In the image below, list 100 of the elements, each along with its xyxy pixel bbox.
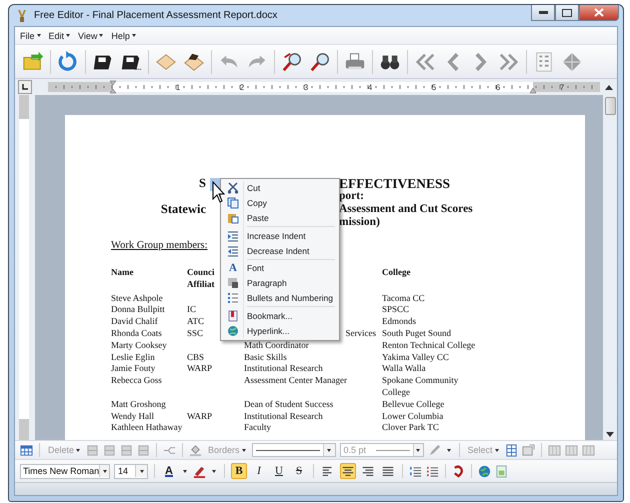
- bookmark-icon: [227, 310, 239, 322]
- align-center-icon: [341, 465, 355, 477]
- table-cell: WARP: [187, 410, 212, 421]
- table-cell: Steve Ashpole: [111, 292, 163, 303]
- context-menu-item[interactable]: Increase Indent: [223, 228, 337, 244]
- context-menu-item[interactable]: Bullets and Numbering: [223, 290, 337, 306]
- table-cell: Dean of Student Success: [244, 398, 334, 409]
- table-grid-icon[interactable]: [504, 444, 518, 456]
- bullet-list-icon[interactable]: [426, 464, 439, 478]
- table-cell: Services: [346, 328, 376, 338]
- numbered-list-icon[interactable]: [409, 464, 422, 478]
- window-title: Free Editor - Final Placement Assessment Report.docx: [34, 10, 278, 21]
- context-menu-item[interactable]: Decrease Indent: [223, 243, 337, 258]
- menu-item[interactable]: Edit: [46, 30, 74, 42]
- align-right-icon: [361, 465, 375, 477]
- open-folder-icon[interactable]: [22, 50, 44, 72]
- heading-text: mission): [339, 216, 380, 228]
- menu-item[interactable]: View: [75, 30, 106, 42]
- column-header: Counci Affiliat: [187, 267, 215, 289]
- context-menu-item[interactable]: Paste: [223, 210, 337, 226]
- pen-icon[interactable]: [428, 444, 441, 456]
- menu-item[interactable]: File: [17, 30, 44, 42]
- table-properties-icon[interactable]: [522, 444, 535, 456]
- table-cell: Renton Technical College: [382, 340, 476, 350]
- context-menu-item[interactable]: Cut: [223, 181, 337, 196]
- refresh-icon[interactable]: [57, 50, 79, 72]
- context-menu-item[interactable]: Paragraph: [223, 276, 337, 291]
- table-cell: Leslie Eglin: [111, 352, 155, 362]
- globe-icon[interactable]: [478, 464, 491, 478]
- table-cell: Basic Skills: [244, 352, 287, 362]
- font-size-dropdown[interactable]: 14: [114, 464, 148, 478]
- table-cell: Marty Cooksey: [111, 340, 167, 350]
- table-cell: Matt Groshong: [111, 398, 166, 409]
- table-cell: Assessment Center Manager: [244, 375, 347, 386]
- text-style-button[interactable]: I: [251, 463, 267, 479]
- text-style-button[interactable]: B: [231, 463, 247, 479]
- indent-increase-icon: [227, 230, 239, 242]
- table-icon[interactable]: [20, 444, 33, 456]
- context-menu-item[interactable]: Copy: [223, 196, 337, 211]
- table-cell: CBS: [187, 352, 204, 362]
- highlighter-icon[interactable]: [193, 464, 206, 478]
- table-cell: Faculty: [244, 422, 271, 432]
- line-style-dropdown[interactable]: [252, 443, 336, 457]
- cell-icon[interactable]: [548, 444, 561, 456]
- maximize-button[interactable]: [555, 5, 579, 21]
- indent-decrease-icon: [227, 244, 239, 257]
- table-cell: IC: [187, 304, 196, 314]
- magnifier-icon[interactable]: [281, 50, 303, 72]
- column-header: Name: [111, 267, 134, 277]
- context-menu-item[interactable]: Bookmark...: [223, 308, 337, 324]
- table-cell: Wendy Hall: [111, 410, 154, 421]
- paragraph-icon: [227, 277, 239, 290]
- table-cell: Donna Bullpitt: [111, 304, 165, 314]
- image-icon[interactable]: [495, 464, 508, 478]
- table-cell: Institutional Research: [244, 410, 323, 421]
- text-style-button[interactable]: S: [291, 463, 307, 479]
- magnifier-icon[interactable]: [309, 50, 331, 72]
- table-cell: David Chalif: [111, 316, 158, 326]
- tab-stop-icon[interactable]: [18, 80, 32, 94]
- scrollbar-thumb[interactable]: [604, 97, 616, 115]
- cell-icon[interactable]: [564, 444, 578, 456]
- vertical-scrollbar[interactable]: [603, 95, 617, 440]
- font-family-dropdown[interactable]: Times New Roman: [20, 464, 110, 478]
- grid-icon[interactable]: [533, 50, 555, 72]
- cell-icon[interactable]: [582, 444, 595, 456]
- table-cell: Clover Park TC: [382, 422, 439, 432]
- font-icon: A: [229, 262, 237, 274]
- context-menu-item[interactable]: Hyperlink...: [223, 323, 337, 338]
- align-button[interactable]: [340, 463, 356, 479]
- table-cell: Bellevue College: [382, 398, 444, 409]
- table-cell: Walla Walla: [382, 363, 426, 374]
- copy-icon: [227, 197, 239, 210]
- diamond-icon[interactable]: [561, 50, 583, 72]
- bullet-list-icon: [227, 292, 239, 304]
- align-justify-icon: [381, 465, 395, 477]
- minimize-icon: [538, 10, 548, 14]
- scissors-icon: [227, 182, 239, 194]
- printer-icon[interactable]: [344, 50, 366, 72]
- table-cell: Jamie Fouty: [111, 363, 156, 374]
- table-cell: Math Coordinator: [244, 340, 309, 350]
- table-edit-icon[interactable]: [137, 444, 150, 456]
- context-menu-item[interactable]: A Font: [223, 260, 337, 276]
- text-style-button[interactable]: U: [271, 463, 287, 479]
- heading-text: S: [199, 176, 206, 190]
- heading-text: Assessment and Cut Scores: [339, 203, 473, 215]
- brush-icon: [15, 8, 29, 22]
- table-edit-icon[interactable]: [86, 444, 100, 456]
- maximize-icon: [562, 8, 572, 16]
- font-color-button[interactable]: A: [161, 463, 177, 479]
- minimize-button[interactable]: [531, 5, 555, 21]
- menu-item[interactable]: Help: [108, 30, 139, 42]
- table-edit-icon[interactable]: [120, 444, 134, 456]
- table-edit-icon[interactable]: [103, 444, 116, 456]
- work-group-label: Work Group members:: [111, 240, 208, 251]
- close-button[interactable]: [579, 5, 619, 21]
- table-cell: WARP: [187, 363, 212, 374]
- column-header: College: [382, 267, 410, 277]
- clipboard-icon: [227, 212, 239, 224]
- table-cell: Rebecca Goss: [111, 375, 162, 386]
- table-cell: SSC: [187, 328, 204, 338]
